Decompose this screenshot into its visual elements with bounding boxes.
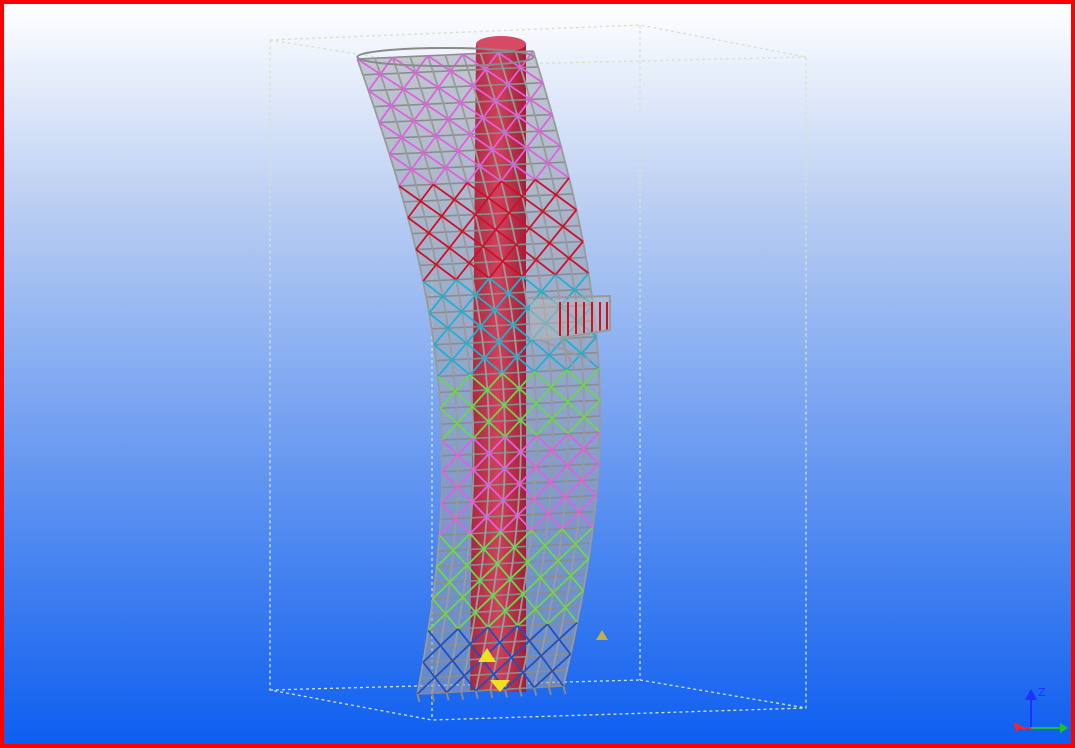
y-axis-arrow: [1060, 723, 1068, 733]
3d-viewport[interactable]: Z: [0, 0, 1075, 748]
x-axis-arrow: [1014, 722, 1022, 732]
z-axis-label: Z: [1038, 686, 1046, 699]
model-canvas[interactable]: [4, 4, 1071, 744]
axis-triad[interactable]: Z: [1004, 682, 1071, 742]
z-axis-arrow: [1025, 689, 1037, 700]
